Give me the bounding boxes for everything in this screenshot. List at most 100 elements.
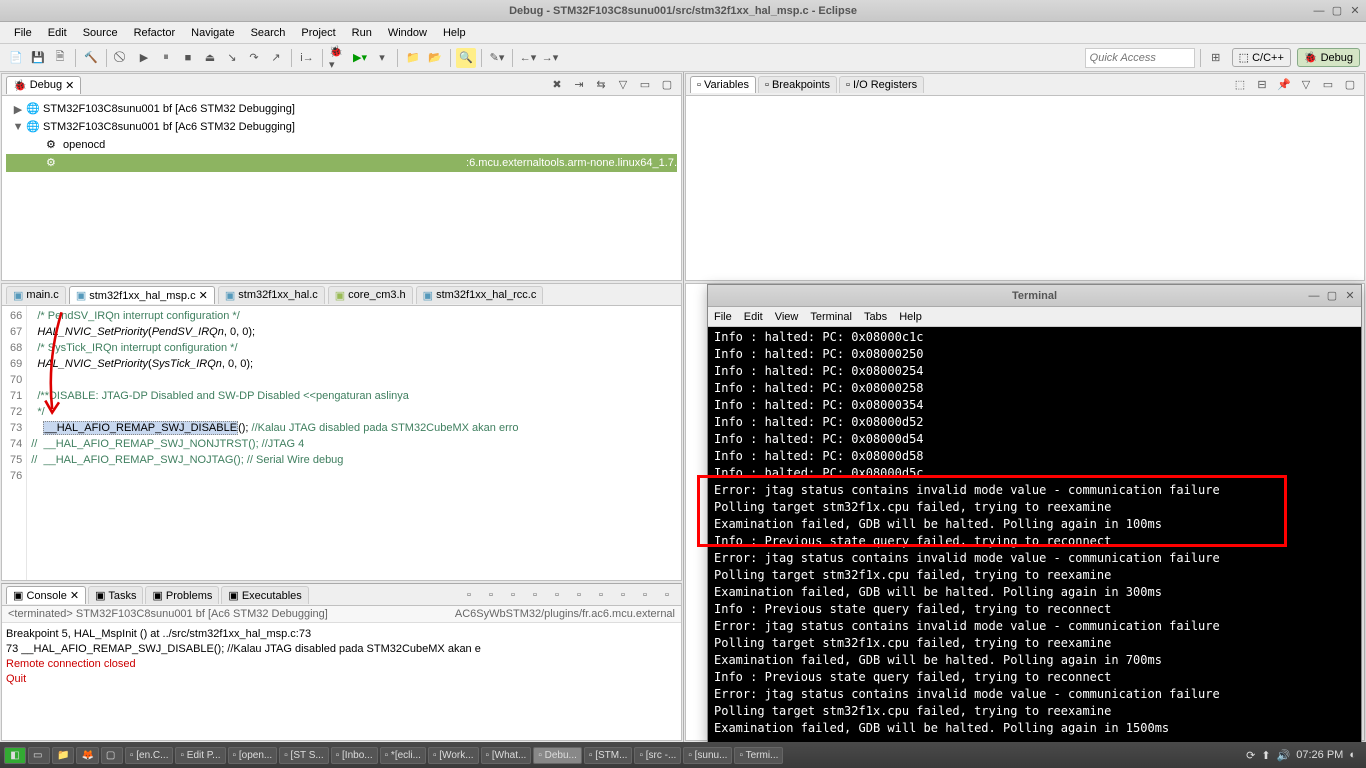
debug-view-collapse-button[interactable]: ⇥ xyxy=(569,75,589,95)
menu-navigate[interactable]: Navigate xyxy=(183,25,242,41)
variables-body[interactable] xyxy=(686,96,1364,280)
menu-source[interactable]: Source xyxy=(75,25,126,41)
console-scroll-lock-button[interactable]: ▫ xyxy=(569,585,589,605)
open-perspective-button[interactable]: ⊞ xyxy=(1206,48,1226,68)
terminal-maximize-button[interactable]: ▢ xyxy=(1325,289,1339,303)
step-return-button[interactable]: ↗ xyxy=(266,48,286,68)
console-tab[interactable]: ▣ Console ✕ xyxy=(6,586,86,604)
taskbar-item[interactable]: ▫ [STM... xyxy=(584,747,633,764)
vars-min-button[interactable]: ▭ xyxy=(1318,75,1338,95)
taskbar-item[interactable]: ▫ [en.C... xyxy=(125,747,174,764)
tray-network-icon[interactable]: ⟳ xyxy=(1246,749,1255,762)
menu-search[interactable]: Search xyxy=(243,25,294,41)
minimize-button[interactable]: — xyxy=(1312,4,1326,18)
debug-view-min-button[interactable]: ▭ xyxy=(635,75,655,95)
terminal-output[interactable]: Info : halted: PC: 0x08000c1c Info : hal… xyxy=(708,327,1361,743)
editor-tab[interactable]: ▣ main.c xyxy=(6,286,66,304)
cpp-perspective-button[interactable]: ⬚ C/C++ xyxy=(1232,48,1291,67)
save-button[interactable]: 💾 xyxy=(28,48,48,68)
terminal-window[interactable]: Terminal — ▢ ✕ FileEditViewTerminalTabsH… xyxy=(707,284,1362,744)
terminal-close-button[interactable]: ✕ xyxy=(1343,289,1357,303)
vars-tab[interactable]: ▫ Breakpoints xyxy=(758,76,837,93)
menu-edit[interactable]: Edit xyxy=(40,25,75,41)
debug-dropdown-button[interactable]: 🐞▾ xyxy=(328,48,348,68)
taskbar-item[interactable]: ▫ [Inbo... xyxy=(331,747,378,764)
forward-button[interactable]: →▾ xyxy=(540,48,560,68)
taskbar-item[interactable]: ▫ [open... xyxy=(228,747,278,764)
browser-button[interactable]: 🦊 xyxy=(76,747,98,764)
terminal-menu-tabs[interactable]: Tabs xyxy=(864,311,887,323)
terminal-minimize-button[interactable]: — xyxy=(1307,289,1321,303)
back-button[interactable]: ←▾ xyxy=(518,48,538,68)
step-over-button[interactable]: ↷ xyxy=(244,48,264,68)
debug-view-menu-button[interactable]: ▽ xyxy=(613,75,633,95)
vars-tab[interactable]: ▫ Variables xyxy=(690,76,756,93)
taskbar-item[interactable]: ▫ *[ecli... xyxy=(380,747,426,764)
debug-perspective-button[interactable]: 🐞 Debug xyxy=(1297,48,1360,67)
taskbar-item[interactable]: ▫ [Work... xyxy=(428,747,479,764)
resume-button[interactable]: ▶ xyxy=(134,48,154,68)
search-button[interactable]: 🔍 xyxy=(456,48,476,68)
taskbar-item[interactable]: ▫ [ST S... xyxy=(279,747,328,764)
step-into-button[interactable]: ↘ xyxy=(222,48,242,68)
terminal-menu-edit[interactable]: Edit xyxy=(744,311,763,323)
vars-pin-button[interactable]: 📌 xyxy=(1274,75,1294,95)
new-folder-button[interactable]: 📂 xyxy=(425,48,445,68)
editor-tab[interactable]: ▣ stm32f1xx_hal_msp.c ✕ xyxy=(69,286,215,304)
taskbar-item[interactable]: ▫ Debu... xyxy=(533,747,582,764)
terminal-launcher-button[interactable]: ▢ xyxy=(101,747,123,764)
console-open-button[interactable]: ▫ xyxy=(547,585,567,605)
console-tab[interactable]: ▣ Problems xyxy=(145,586,219,604)
vars-max-button[interactable]: ▢ xyxy=(1340,75,1360,95)
console-pin-button[interactable]: ▫ xyxy=(503,585,523,605)
console-clear-button[interactable]: ▫ xyxy=(591,585,611,605)
toggle-mark-button[interactable]: ✎▾ xyxy=(487,48,507,68)
taskbar-item[interactable]: ▫ Edit P... xyxy=(175,747,225,764)
console-display-button[interactable]: ▫ xyxy=(525,585,545,605)
vars-tab[interactable]: ▫ I/O Registers xyxy=(839,76,924,93)
terminal-menu-terminal[interactable]: Terminal xyxy=(810,311,852,323)
console-remove-all-button[interactable]: ▫ xyxy=(481,585,501,605)
taskbar-item[interactable]: ▫ [sunu... xyxy=(683,747,732,764)
taskbar-item[interactable]: ▫ [What... xyxy=(481,747,532,764)
terminal-menu-view[interactable]: View xyxy=(775,311,799,323)
editor-area[interactable]: 6667686970717273747576 /* PendSV_IRQn in… xyxy=(2,306,681,580)
vars-menu-button[interactable]: ▽ xyxy=(1296,75,1316,95)
debug-tree-row[interactable]: ⚙ openocd xyxy=(6,136,677,154)
debug-tree[interactable]: ▶🌐 STM32F103C8sunu001 bf [Ac6 STM32 Debu… xyxy=(2,96,681,280)
close-button[interactable]: ✕ xyxy=(1348,4,1362,18)
console-min-button[interactable]: ▫ xyxy=(635,585,655,605)
new-button[interactable]: 📄 xyxy=(6,48,26,68)
show-desktop-button[interactable]: ▭ xyxy=(28,747,50,764)
new-file-button[interactable]: 📁 xyxy=(403,48,423,68)
editor-tab[interactable]: ▣ stm32f1xx_hal_rcc.c xyxy=(416,286,544,304)
debug-tree-row[interactable]: ▼🌐 STM32F103C8sunu001 bf [Ac6 STM32 Debu… xyxy=(6,118,677,136)
maximize-button[interactable]: ▢ xyxy=(1330,4,1344,18)
menu-run[interactable]: Run xyxy=(344,25,380,41)
save-all-button[interactable]: 🗎 xyxy=(50,48,70,68)
skip-breakpoints-button[interactable]: ⃠ xyxy=(112,48,132,68)
tray-user-icon[interactable]: ◐ xyxy=(1349,749,1356,761)
debug-tree-row[interactable]: ⚙ :6.mcu.externaltools.arm-none.linux64_… xyxy=(6,154,677,172)
taskbar-item[interactable]: ▫ Termi... xyxy=(734,747,783,764)
console-tab[interactable]: ▣ Executables xyxy=(221,586,308,604)
terminal-menu-help[interactable]: Help xyxy=(899,311,922,323)
menu-refactor[interactable]: Refactor xyxy=(126,25,184,41)
quick-access-input[interactable] xyxy=(1085,48,1195,68)
console-output[interactable]: Breakpoint 5, HAL_MspInit () at ../src/s… xyxy=(2,623,681,740)
tray-updates-icon[interactable]: ⬆ xyxy=(1261,749,1270,762)
debug-view-max-button[interactable]: ▢ xyxy=(657,75,677,95)
start-button[interactable]: ◧ xyxy=(4,747,26,764)
instruction-step-button[interactable]: i→ xyxy=(297,48,317,68)
files-button[interactable]: 📁 xyxy=(52,747,74,764)
terminate-button[interactable]: ■ xyxy=(178,48,198,68)
tray-volume-icon[interactable]: 🔊 xyxy=(1277,749,1291,762)
suspend-button[interactable]: ⏸ xyxy=(156,48,176,68)
console-max-button[interactable]: ▫ xyxy=(657,585,677,605)
editor-tab[interactable]: ▣ stm32f1xx_hal.c xyxy=(218,286,325,304)
build-button[interactable]: 🔨 xyxy=(81,48,101,68)
disconnect-button[interactable]: ⏏ xyxy=(200,48,220,68)
debug-view-link-button[interactable]: ⇆ xyxy=(591,75,611,95)
debug-tree-row[interactable]: ▶🌐 STM32F103C8sunu001 bf [Ac6 STM32 Debu… xyxy=(6,100,677,118)
console-menu-button[interactable]: ▫ xyxy=(613,585,633,605)
